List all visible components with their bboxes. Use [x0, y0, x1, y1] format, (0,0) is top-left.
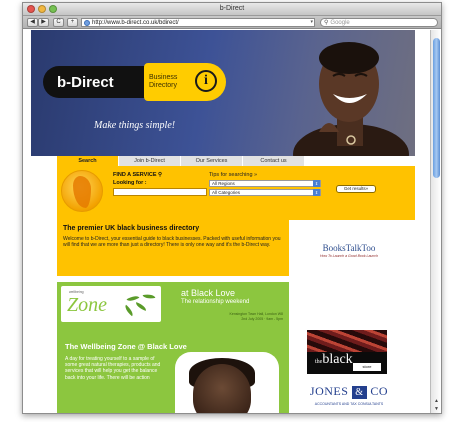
region-value: All Regions	[212, 181, 235, 186]
logo-line-2: Directory	[149, 82, 178, 89]
forward-button[interactable]: ▶	[38, 18, 49, 27]
search-tips-link[interactable]: Tips for searching »	[209, 172, 257, 178]
site-logo[interactable]: b-Direct	[43, 66, 153, 98]
intro-panel: The premier UK black business directory …	[57, 220, 289, 276]
scrollbar-thumb[interactable]	[433, 38, 440, 178]
black-store-graphic	[307, 330, 387, 352]
wellbeing-text: A day for treating yourself to a sample …	[65, 356, 161, 381]
add-bookmark-button[interactable]: +	[67, 18, 78, 27]
jones-right: CO	[370, 384, 389, 398]
logo-subtitle: Business Directory	[149, 74, 189, 90]
address-bar[interactable]: http://www.b-direct.co.uk/bdirect/ ▾	[81, 18, 315, 27]
chevron-down-icon: ⇕	[313, 180, 320, 187]
vertical-scrollbar[interactable]: ▲ ▼	[430, 30, 441, 413]
hero-banner: b-Direct Business Directory i Make thing…	[31, 30, 415, 156]
jones-amp: &	[351, 385, 367, 399]
wellbeing-promo[interactable]: wellbeing Zone at Black Love The relatio…	[57, 282, 289, 413]
bookstalktoo-logo: BooksTalkToo	[322, 242, 376, 253]
nav-tabs: Search Join b-Direct Our Services Contac…	[57, 156, 305, 166]
black-store-logo: theblack	[315, 352, 353, 368]
find-service-label: FIND A SERVICE ⚲	[113, 172, 163, 178]
ad-the-black-store[interactable]: theblack store	[307, 330, 387, 374]
event-venue: Kensington Town Hall, London W8 2nd July…	[179, 312, 283, 322]
search-panel: FIND A SERVICE ⚲ Looking for : Tips for …	[57, 166, 415, 220]
category-select[interactable]: All Categories ⇕	[209, 189, 321, 196]
search-field[interactable]: ⚲ Google	[320, 18, 438, 27]
tab-search[interactable]: Search	[57, 156, 119, 166]
browser-toolbar: ◀ ▶ C + http://www.b-direct.co.uk/bdirec…	[23, 16, 441, 29]
web-content: b-Direct Business Directory i Make thing…	[23, 30, 431, 413]
intro-body: Welcome to b-Direct, your essential guid…	[63, 236, 281, 248]
get-results-button[interactable]: Get results»	[336, 185, 376, 193]
hero-photo	[293, 42, 409, 156]
page: b-Direct Business Directory i Make thing…	[31, 30, 415, 413]
reload-button[interactable]: C	[53, 18, 64, 27]
wellbeing-zone-logo: wellbeing Zone	[61, 286, 161, 322]
search-icon: ⚲	[158, 172, 163, 178]
wellbeing-title: The Wellbeing Zone @ Black Love	[65, 342, 187, 351]
intro-heading: The premier UK black business directory	[63, 225, 200, 232]
zone-logo-word: Zone	[67, 294, 107, 316]
jones-left: JONES	[309, 384, 349, 398]
search-icon: ⚲	[324, 20, 329, 26]
venue-line-2: 2nd July 2005 · 9am - 5pm	[241, 317, 283, 321]
chevron-down-icon[interactable]: ▾	[310, 19, 313, 25]
window-title: b-Direct	[219, 5, 245, 12]
tab-services[interactable]: Our Services	[181, 156, 243, 166]
ad-bookstalktoo[interactable]: BooksTalkToo How To Launch a Good Book L…	[295, 224, 403, 276]
leaf-icon	[134, 302, 148, 311]
at-black-love: at Black Love	[181, 288, 236, 298]
jones-co-tagline: ACCOUNTANTS AND TAX CONSULTANTS	[314, 402, 384, 406]
hero-tagline: Make things simple!	[94, 120, 176, 131]
search-placeholder: Google	[330, 19, 350, 26]
uk-map-icon	[61, 170, 103, 212]
leaf-icon	[142, 292, 156, 301]
relationship-weekend: The relationship weekend	[181, 299, 250, 305]
info-icon: i	[195, 70, 217, 92]
jones-co-logo: JONES & CO	[297, 384, 401, 399]
address-bar-url: http://www.b-direct.co.uk/bdirect/	[92, 19, 179, 26]
keyword-input[interactable]	[113, 188, 207, 196]
bookstalktoo-tagline: How To Launch a Good Book Launch	[319, 253, 379, 258]
wellbeing-photo	[175, 352, 279, 413]
region-select[interactable]: All Regions ⇕	[209, 180, 321, 187]
black-store-label: store	[353, 363, 381, 371]
globe-icon	[84, 19, 90, 26]
browser-window: b-Direct ◀ ▶ C + http://www.b-direct.co.…	[22, 2, 442, 414]
tab-join[interactable]: Join b-Direct	[119, 156, 181, 166]
leaf-icon	[122, 304, 136, 317]
logo-badge: Business Directory i	[144, 63, 226, 101]
title-bar: b-Direct	[23, 3, 441, 16]
logo-line-1: Business	[149, 74, 178, 81]
scroll-down-icon[interactable]: ▼	[432, 406, 441, 412]
scroll-up-icon[interactable]: ▲	[432, 398, 441, 404]
category-value: All Categories	[212, 190, 241, 195]
looking-for-label: Looking for :	[113, 180, 147, 186]
ad-jones-co[interactable]: JONES & CO ACCOUNTANTS AND TAX CONSULTAN…	[297, 382, 401, 413]
tab-contact[interactable]: Contact us	[243, 156, 305, 166]
logo-text: b-Direct	[57, 73, 114, 91]
back-button[interactable]: ◀	[27, 18, 38, 27]
chevron-down-icon: ⇕	[313, 189, 320, 196]
black-store-word: black	[322, 352, 353, 367]
